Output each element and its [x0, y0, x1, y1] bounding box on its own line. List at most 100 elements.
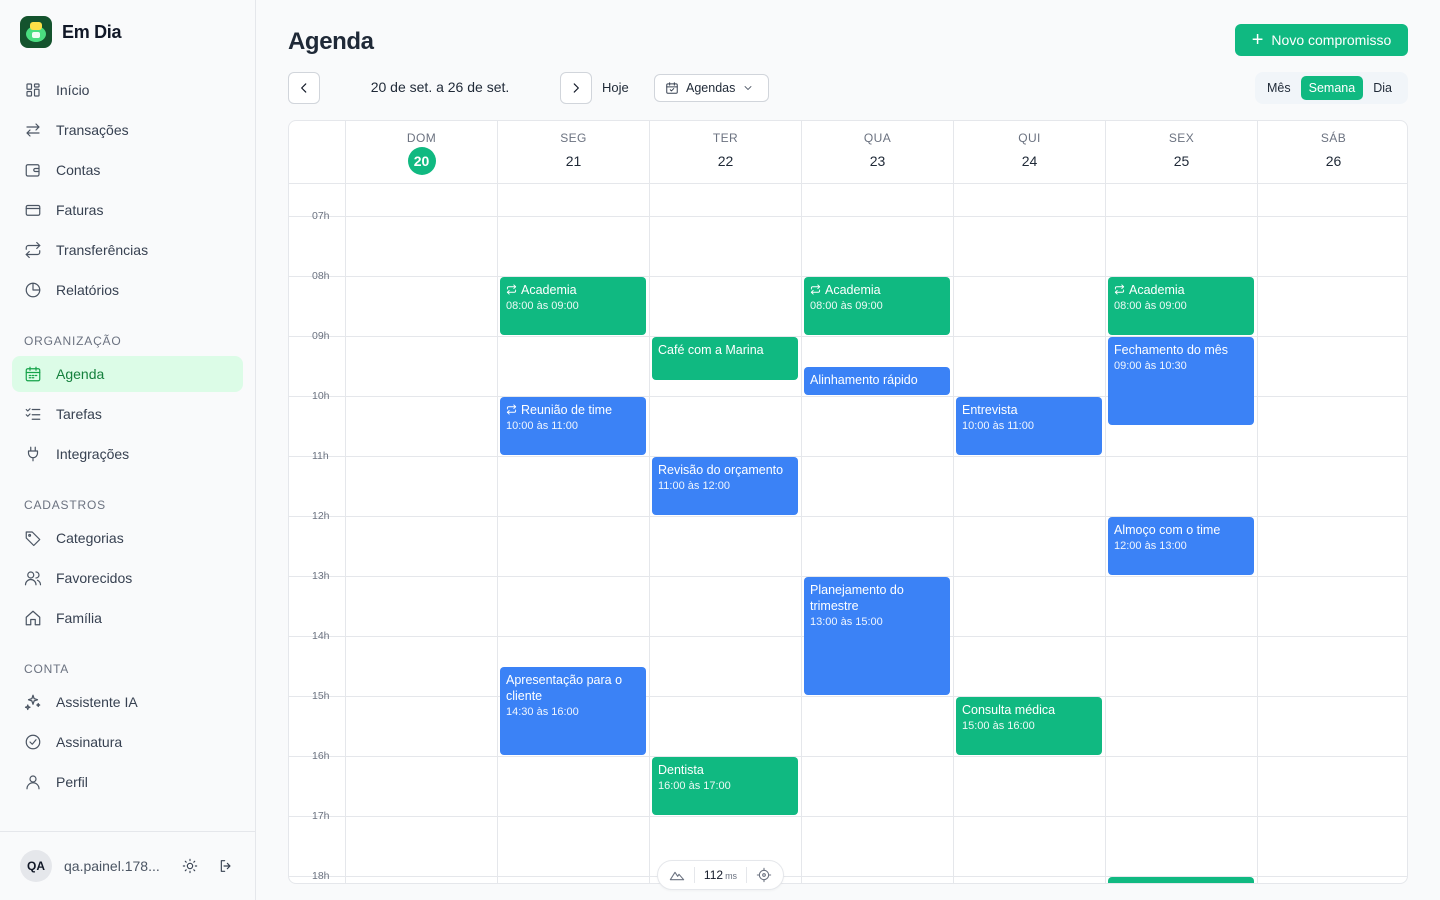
event-title-row: Consulta médica	[962, 702, 1096, 718]
event-title-row: Academia	[1114, 282, 1248, 298]
hour-line	[289, 216, 1407, 217]
calendar-event[interactable]: Planejamento do trimestre 13:00 às 15:00	[804, 577, 950, 695]
logout-button[interactable]	[214, 854, 238, 878]
list-checks-icon	[25, 408, 41, 420]
app-logo	[20, 16, 52, 48]
calendar-event[interactable]: Alinhamento rápido	[804, 367, 950, 395]
calendar-event[interactable]: Revisão do orçamento 11:00 às 12:00	[652, 457, 798, 515]
event-title-row: Fechamento do mês	[1114, 342, 1248, 358]
sidebar-item-assinatura[interactable]: Assinatura	[12, 724, 243, 760]
sidebar-item-categorias[interactable]: Categorias	[12, 520, 243, 556]
sidebar-item-label: Agenda	[56, 366, 105, 382]
day-header-sab[interactable]: SÁB 26	[1257, 121, 1407, 184]
day-of-week: QUI	[1018, 131, 1041, 145]
calendar-event[interactable]: Academia 08:00 às 09:00	[500, 277, 646, 335]
column-divider	[953, 184, 954, 883]
hour-label: 18h	[312, 870, 330, 882]
sidebar-item-integracoes[interactable]: Integrações	[12, 436, 243, 472]
grid-icon	[26, 83, 40, 97]
day-header-dom[interactable]: DOM 20	[345, 121, 497, 184]
calendar-event[interactable]: Consulta médica 15:00 às 16:00	[956, 697, 1102, 755]
event-title: Academia	[825, 283, 881, 297]
theme-toggle-button[interactable]	[178, 854, 202, 878]
event-time: 15:00 às 16:00	[962, 720, 1035, 732]
event-time: 08:00 às 09:00	[1114, 300, 1187, 312]
day-of-week: DOM	[406, 131, 437, 145]
day-number: 20	[407, 147, 436, 175]
hour-label: 14h	[312, 630, 330, 642]
mountain-icon[interactable]	[669, 867, 685, 883]
sidebar-item-relatorios[interactable]: Relatórios	[12, 272, 243, 308]
plus-icon: +	[1251, 29, 1264, 51]
event-title-row: Alinhamento rápido	[810, 372, 944, 388]
event-title: Planejamento do trimestre	[810, 583, 904, 613]
event-time: 16:00 às 17:00	[658, 780, 731, 792]
day-number: 22	[717, 153, 734, 169]
view-option-mes[interactable]: Mês	[1259, 76, 1299, 100]
column-divider	[649, 184, 650, 883]
day-header-ter[interactable]: TER 22	[649, 121, 801, 184]
sidebar-item-faturas[interactable]: Faturas	[12, 192, 243, 228]
sidebar-item-tarefas[interactable]: Tarefas	[12, 396, 243, 432]
sidebar-item-transferencias[interactable]: Transferências	[12, 232, 243, 268]
event-time: 08:00 às 09:00	[506, 300, 579, 312]
event-title-row: Almoço com o time	[1114, 522, 1248, 538]
column-divider	[345, 184, 346, 883]
column-divider	[497, 184, 498, 883]
arrows-left-right-icon	[26, 123, 40, 137]
previous-week-button[interactable]	[288, 72, 320, 104]
sidebar-item-label: Família	[56, 610, 102, 626]
credit-card-icon	[25, 204, 41, 216]
calendar-event[interactable]: Café com a Marina	[652, 337, 798, 380]
day-header-qui[interactable]: QUI 24	[953, 121, 1105, 184]
users-icon	[24, 571, 42, 586]
sidebar-item-favorecidos[interactable]: Favorecidos	[12, 560, 243, 596]
new-appointment-label: Novo compromisso	[1271, 32, 1392, 48]
sidebar-item-label: Perfil	[56, 774, 88, 790]
hour-line	[289, 816, 1407, 817]
sidebar-item-assistente-ia[interactable]: Assistente IA	[12, 684, 243, 720]
day-header-seg[interactable]: SEG 21	[497, 121, 649, 184]
calendar-event[interactable]: Dentista 16:00 às 17:00	[652, 757, 798, 815]
crosshair-icon[interactable]	[756, 867, 772, 883]
sidebar-item-contas[interactable]: Contas	[12, 152, 243, 188]
calendar-event[interactable]: Almoço com o time 12:00 às 13:00	[1108, 517, 1254, 575]
calendar-event[interactable]: Fechamento do mês 09:00 às 10:30	[1108, 337, 1254, 425]
calendar-event[interactable]	[1108, 877, 1254, 883]
calendar-event[interactable]: Academia 08:00 às 09:00	[1108, 277, 1254, 335]
sidebar-item-inicio[interactable]: Início	[12, 72, 243, 108]
sidebar-item-familia[interactable]: Família	[12, 600, 243, 636]
view-option-semana[interactable]: Semana	[1300, 76, 1364, 100]
event-title: Dentista	[658, 763, 704, 777]
brand[interactable]: Em Dia	[20, 16, 122, 48]
avatar[interactable]: QA	[20, 850, 52, 882]
event-title-row: Dentista	[658, 762, 792, 778]
calendars-filter-dropdown[interactable]: Agendas	[654, 74, 769, 102]
new-appointment-button[interactable]: + Novo compromisso	[1235, 24, 1408, 56]
calendar-event[interactable]: Entrevista 10:00 às 11:00	[956, 397, 1102, 455]
calendar-icon	[25, 366, 41, 382]
calendar-event[interactable]: Academia 08:00 às 09:00	[804, 277, 950, 335]
calendar-event[interactable]: Reunião de time 10:00 às 11:00	[500, 397, 646, 455]
day-of-week: SEX	[1168, 131, 1195, 145]
sidebar-item-perfil[interactable]: Perfil	[12, 764, 243, 800]
day-header-sex[interactable]: SEX 25	[1105, 121, 1257, 184]
sidebar-item-transacoes[interactable]: Transações	[12, 112, 243, 148]
event-title-row: Entrevista	[962, 402, 1096, 418]
chevron-right-icon	[573, 83, 579, 93]
day-number: 24	[1021, 153, 1038, 169]
view-option-dia[interactable]: Dia	[1365, 76, 1400, 100]
plug-icon	[27, 446, 39, 462]
sidebar-item-label: Início	[56, 82, 90, 98]
today-button[interactable]: Hoje	[602, 80, 629, 95]
repeat-icon	[25, 241, 41, 259]
sidebar-item-agenda[interactable]: Agenda	[12, 356, 243, 392]
tag-icon	[25, 531, 41, 547]
day-header-qua[interactable]: QUA 23	[801, 121, 953, 184]
user-email: qa.painel.178...	[64, 858, 160, 874]
perf-value: 112	[703, 868, 724, 882]
next-week-button[interactable]	[560, 72, 592, 104]
event-time: 09:00 às 10:30	[1114, 360, 1187, 372]
calendar-event[interactable]: Apresentação para o cliente 14:30 às 16:0…	[500, 667, 646, 755]
user-bar: QA qa.painel.178...	[0, 831, 256, 900]
